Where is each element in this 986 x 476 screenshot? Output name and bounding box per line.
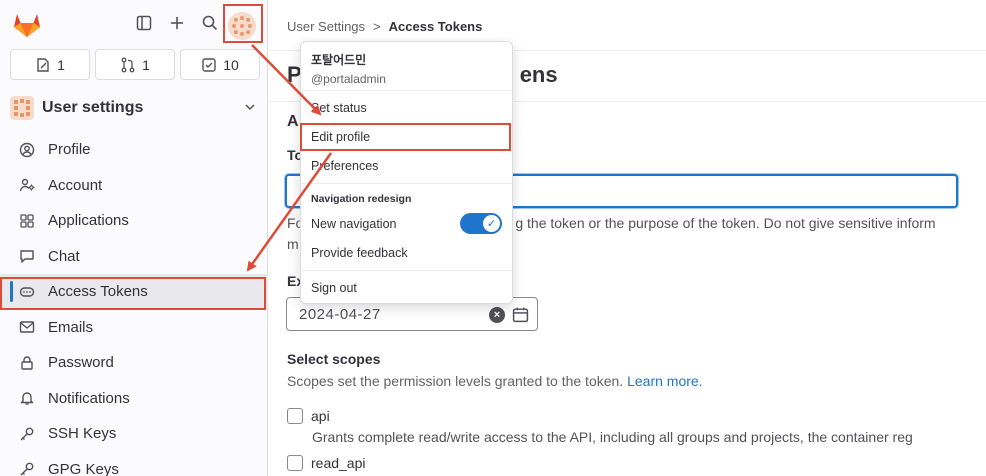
user-handle: @portaladmin [311, 72, 386, 86]
scope-read-api: read_api [287, 455, 366, 471]
sidebar-item-label: Chat [48, 247, 80, 265]
menu-item-edit-profile[interactable]: Edit profile [311, 130, 370, 144]
merge-request-icon [121, 57, 135, 72]
scopes-description: Scopes set the permission levels granted… [287, 373, 703, 389]
sidebar-item-applications[interactable]: Applications [0, 203, 268, 239]
user-settings-section-toggle[interactable]: User settings [10, 92, 262, 124]
menu-group-label: Navigation redesign [311, 193, 412, 205]
sidebar-top-bar [0, 4, 268, 43]
menu-divider [301, 270, 512, 271]
clear-icon[interactable]: × [489, 307, 505, 323]
lock-icon [18, 354, 36, 372]
scope-api: api [287, 408, 330, 424]
sidebar-item-label: Access Tokens [48, 283, 148, 301]
sidebar-item-account[interactable]: Account [0, 168, 268, 204]
key-icon [18, 460, 36, 476]
sidebar-item-label: Notifications [48, 389, 130, 407]
applications-icon [18, 212, 36, 230]
menu-item-provide-feedback[interactable]: Provide feedback [311, 246, 408, 260]
sidebar-item-label: Applications [48, 212, 129, 230]
sidebar-item-notifications[interactable]: Notifications [0, 381, 268, 417]
todo-icon [202, 57, 216, 72]
menu-divider [301, 183, 512, 184]
user-avatar[interactable] [227, 11, 257, 41]
scopes-title: Select scopes [287, 351, 381, 367]
todos-counter-button[interactable]: 10 [180, 49, 260, 80]
chat-icon [18, 247, 36, 265]
scope-api-label[interactable]: api [311, 408, 330, 424]
expiration-date-value: 2024-04-27 [299, 305, 381, 323]
settings-nav: Profile Account Applications Chat Access… [0, 132, 268, 476]
menu-item-preferences[interactable]: Preferences [311, 159, 378, 173]
sidebar: 1 1 10 User settings Profile Account App… [0, 0, 268, 476]
issues-icon [37, 57, 49, 72]
sidebar-item-label: Account [48, 176, 103, 194]
scope-read-api-label[interactable]: read_api [311, 455, 366, 471]
app-root: 1 1 10 User settings Profile Account App… [0, 0, 986, 476]
sidebar-item-label: GPG Keys [48, 460, 119, 476]
breadcrumb-current: Access Tokens [388, 19, 483, 34]
menu-divider [301, 90, 512, 91]
new-navigation-toggle[interactable]: ✓ [460, 213, 502, 234]
search-icon[interactable] [199, 12, 221, 34]
section-title: User settings [42, 99, 144, 116]
merge-requests-count: 1 [142, 56, 150, 73]
scopes-description-text: Scopes set the permission levels granted… [287, 373, 624, 389]
user-menu-dropdown: 포탈어드민 @portaladmin Set status Edit profi… [300, 41, 513, 304]
menu-item-set-status[interactable]: Set status [311, 101, 367, 115]
issues-count: 1 [57, 56, 65, 73]
scope-read-api-checkbox[interactable] [287, 455, 303, 471]
learn-more-link[interactable]: Learn more. [627, 373, 702, 389]
token-icon [18, 283, 36, 301]
sidebar-item-access-tokens[interactable]: Access Tokens [0, 274, 268, 310]
sidebar-item-password[interactable]: Password [0, 345, 268, 381]
sidebar-item-label: Password [48, 354, 114, 372]
page-title-right: ens [519, 62, 558, 87]
scope-api-description: Grants complete read/write access to the… [312, 429, 913, 445]
mail-icon [18, 318, 36, 336]
merge-requests-counter-button[interactable]: 1 [95, 49, 175, 80]
sidebar-toggle-icon[interactable] [133, 12, 155, 34]
plus-icon[interactable] [166, 12, 188, 34]
user-info[interactable]: 포탈어드민 @portaladmin [311, 51, 386, 86]
calendar-icon[interactable] [512, 306, 529, 323]
sidebar-item-profile[interactable]: Profile [0, 132, 268, 168]
sidebar-item-emails[interactable]: Emails [0, 310, 268, 346]
breadcrumb: User Settings > Access Tokens [287, 19, 482, 34]
counters-bar: 1 1 10 [10, 49, 260, 80]
check-icon: ✓ [483, 215, 500, 232]
bell-icon [18, 389, 36, 407]
sidebar-item-gpg-keys[interactable]: GPG Keys [0, 452, 268, 476]
help-text-right: g the token or the purpose of the token.… [515, 215, 936, 231]
account-icon [18, 176, 36, 194]
user-name: 포탈어드민 [311, 53, 367, 67]
menu-item-sign-out[interactable]: Sign out [311, 281, 357, 295]
sidebar-item-ssh-keys[interactable]: SSH Keys [0, 416, 268, 452]
sidebar-item-chat[interactable]: Chat [0, 239, 268, 275]
gitlab-logo-icon[interactable] [12, 10, 42, 38]
sidebar-item-label: SSH Keys [48, 425, 117, 443]
breadcrumb-parent-link[interactable]: User Settings [287, 19, 365, 34]
form-subtitle: A [287, 113, 299, 130]
sidebar-item-label: Emails [48, 318, 94, 336]
breadcrumb-separator: > [373, 19, 381, 34]
sidebar-item-label: Profile [48, 141, 91, 159]
menu-item-new-navigation[interactable]: New navigation [311, 217, 396, 231]
key-icon [18, 425, 36, 443]
section-avatar [10, 96, 34, 120]
todos-count: 10 [223, 56, 239, 73]
profile-icon [18, 141, 36, 159]
scope-api-checkbox[interactable] [287, 408, 303, 424]
chevron-down-icon [244, 101, 256, 116]
issues-counter-button[interactable]: 1 [10, 49, 90, 80]
